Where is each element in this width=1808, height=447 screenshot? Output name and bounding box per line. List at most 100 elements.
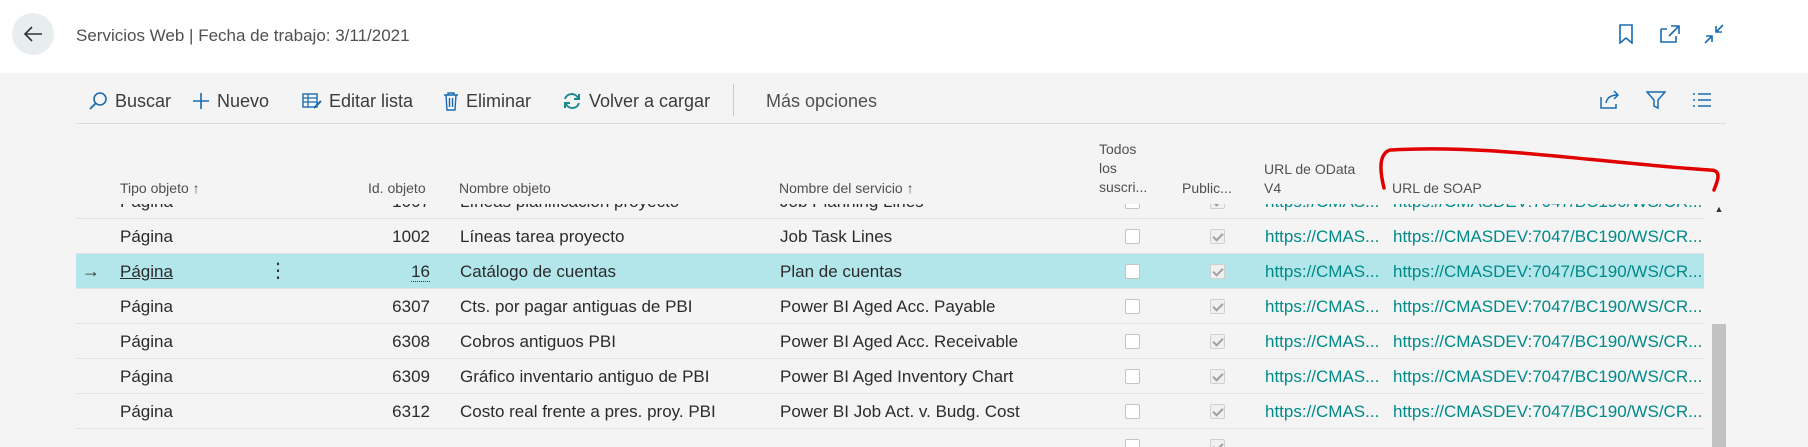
search-icon [89,92,107,110]
publicado-checkbox[interactable] [1210,439,1225,447]
page-title: Servicios Web | Fecha de trabajo: 3/11/2… [76,26,410,45]
cell-nombre: Líneas tarea proyecto [460,227,625,246]
table-row[interactable] [76,429,1704,447]
todos-checkbox[interactable] [1125,334,1140,349]
row-actions-menu-icon[interactable]: ⋮ [268,254,288,289]
soap-url-link[interactable]: https://CMASDEV:7047/BC190/WS/CR... [1393,204,1702,219]
trash-icon [444,92,458,111]
odata-url-link[interactable]: https://CMAS... [1265,394,1379,429]
cell-nombre: Costo real frente a pres. proy. PBI [460,402,716,421]
cell-nombre: Cts. por pagar antiguas de PBI [460,297,693,316]
cell-servicio: Plan de cuentas [780,262,902,281]
publicado-checkbox[interactable] [1210,334,1225,349]
table-row[interactable]: Página 6312 Costo real frente a pres. pr… [76,394,1704,429]
odata-url-link[interactable]: https://CMAS... [1265,289,1379,324]
column-header-todos[interactable]: Todos los suscri... [1099,140,1147,197]
publicado-checkbox[interactable] [1210,264,1225,279]
cell-servicio: Power BI Aged Acc. Receivable [780,332,1019,351]
publicado-checkbox[interactable] [1210,369,1225,384]
back-button[interactable] [12,13,54,55]
refresh-icon [564,93,580,109]
scroll-up-arrow-icon[interactable]: ▲ [1712,204,1726,218]
scroll-thumb[interactable] [1712,324,1726,447]
odata-url-link[interactable]: https://CMAS... [1265,359,1379,394]
action-bar: Buscar Nuevo Editar lista Eliminar Volve… [76,78,1726,124]
vertical-scrollbar[interactable]: ▲ [1712,204,1726,447]
page-header: Servicios Web | Fecha de trabajo: 3/11/2… [0,0,1808,73]
cell-tipo[interactable]: Página [120,219,173,254]
reload-button[interactable]: Volver a cargar [562,86,710,116]
delete-label: Eliminar [466,90,532,111]
column-header-odata[interactable]: URL de OData V4 [1264,160,1355,198]
column-header-nombre[interactable]: Nombre objeto [459,179,551,198]
row-indicator-arrow-icon: → [82,261,100,281]
cell-nombre: Gráfico inventario antiguo de PBI [460,367,710,386]
publicado-checkbox[interactable] [1210,204,1225,209]
bookmark-icon[interactable] [1614,22,1638,46]
todos-checkbox[interactable] [1125,439,1140,447]
open-new-window-icon[interactable] [1658,22,1682,46]
todos-checkbox[interactable] [1125,404,1140,419]
more-options-label: Más opciones [766,90,878,111]
cell-id[interactable]: 6309 [370,359,430,394]
search-button[interactable]: Buscar [88,86,171,116]
odata-url-link[interactable]: https://CMAS... [1265,324,1379,359]
cell-servicio: Job Task Lines [780,227,893,246]
soap-url-link[interactable]: https://CMASDEV:7047/BC190/WS/CR... [1393,219,1702,254]
soap-url-link[interactable]: https://CMASDEV:7047/BC190/WS/CR... [1393,359,1702,394]
table-row[interactable]: Página 1007 Líneas planificación proyect… [76,204,1704,219]
column-header-publicado[interactable]: Public... [1182,179,1232,198]
delete-button[interactable]: Eliminar [443,86,531,116]
publicado-checkbox[interactable] [1210,404,1225,419]
cell-id[interactable]: 6307 [370,289,430,324]
cell-id[interactable]: 16 [370,254,430,289]
list-view-icon[interactable] [1690,88,1714,112]
table-row[interactable]: Página 6307 Cts. por pagar antiguas de P… [76,289,1704,324]
todos-checkbox[interactable] [1125,204,1140,209]
cell-tipo[interactable]: Página [120,359,173,394]
cell-id[interactable]: 6312 [370,394,430,429]
todos-checkbox[interactable] [1125,299,1140,314]
publicado-checkbox[interactable] [1210,299,1225,314]
todos-checkbox[interactable] [1125,369,1140,384]
edit-list-label: Editar lista [329,90,414,111]
cell-tipo[interactable]: Página [120,324,173,359]
column-header-servicio[interactable]: Nombre del servicio ↑ [779,179,914,198]
table-row[interactable]: Página 6309 Gráfico inventario antiguo d… [76,359,1704,394]
more-options-button[interactable]: Más opciones [766,86,877,116]
share-icon[interactable] [1598,88,1622,112]
odata-url-link[interactable]: https://CMAS... [1265,254,1379,289]
table-row-selected[interactable]: → Página ⋮ 16 Catálogo de cuentas Plan d… [76,254,1704,289]
filter-icon[interactable] [1644,88,1668,112]
cell-servicio: Power BI Aged Inventory Chart [780,367,1014,386]
todos-checkbox[interactable] [1125,229,1140,244]
soap-url-link[interactable]: https://CMASDEV:7047/BC190/WS/CR... [1393,394,1702,429]
cell-tipo[interactable]: Página [120,289,173,324]
odata-url-link[interactable]: https://CMAS... [1265,204,1379,219]
table-body: Página 1007 Líneas planificación proyect… [76,204,1704,447]
edit-list-button[interactable]: Editar lista [302,86,413,116]
new-label: Nuevo [217,90,270,111]
cell-nombre: Cobros antiguos PBI [460,332,616,351]
column-header-id[interactable]: Id. objeto [368,179,426,198]
table-row[interactable]: Página 1002 Líneas tarea proyecto Job Ta… [76,219,1704,254]
cell-tipo[interactable]: Página [120,394,173,429]
odata-url-link[interactable]: https://CMAS... [1265,219,1379,254]
cell-nombre: Catálogo de cuentas [460,262,616,281]
cell-id[interactable]: 6308 [370,324,430,359]
soap-url-link[interactable]: https://CMASDEV:7047/BC190/WS/CR... [1393,324,1702,359]
table-row[interactable]: Página 6308 Cobros antiguos PBI Power BI… [76,324,1704,359]
cell-id[interactable]: 1007 [370,204,430,219]
soap-url-link[interactable]: https://CMASDEV:7047/BC190/WS/CR... [1393,254,1702,289]
todos-checkbox[interactable] [1125,264,1140,279]
cell-tipo[interactable]: Página [120,254,173,289]
soap-url-link[interactable]: https://CMASDEV:7047/BC190/WS/CR... [1393,289,1702,324]
new-button[interactable]: Nuevo [192,86,269,116]
publicado-checkbox[interactable] [1210,229,1225,244]
cell-id[interactable]: 1002 [370,219,430,254]
collapse-icon[interactable] [1702,22,1726,46]
column-header-tipo[interactable]: Tipo objeto ↑ [120,179,200,198]
cell-tipo[interactable]: Página [120,204,173,219]
search-label: Buscar [115,90,172,111]
cell-nombre: Líneas planificación proyecto [460,204,679,219]
